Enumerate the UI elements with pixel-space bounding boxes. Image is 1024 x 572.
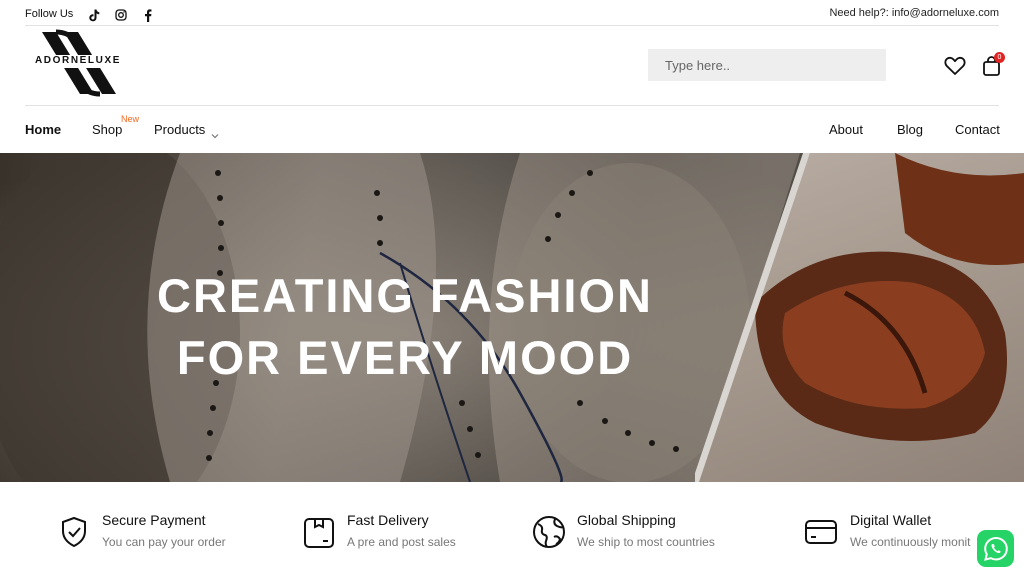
top-bar: Follow Us Need help?: info@adorneluxe.co…: [0, 0, 1024, 26]
shield-check-icon: [57, 515, 91, 549]
chevron-down-icon[interactable]: [211, 126, 219, 139]
instagram-icon[interactable]: [114, 8, 128, 22]
hero-headline: CREATING FASHION FOR EVERY MOOD: [0, 265, 810, 389]
feature-subtitle: We continuously monit: [850, 535, 971, 549]
feature-title: Digital Wallet: [850, 512, 932, 528]
tiktok-icon[interactable]: [87, 8, 101, 22]
feature-subtitle: You can pay your order: [102, 535, 226, 549]
search-input[interactable]: [648, 49, 886, 81]
header-divider: [25, 105, 999, 106]
facebook-icon[interactable]: [141, 8, 155, 22]
wallet-icon: [804, 515, 838, 549]
feature-subtitle: We ship to most countries: [577, 535, 715, 549]
globe-icon: [532, 515, 566, 549]
box-icon: [302, 515, 336, 549]
cart-count-badge: 0: [994, 52, 1005, 63]
nav-contact[interactable]: Contact: [955, 122, 1000, 137]
hero-headline-line1: CREATING FASHION: [157, 269, 653, 322]
nav-about[interactable]: About: [829, 122, 863, 137]
new-badge: New: [121, 114, 140, 124]
help-contact[interactable]: Need help?: info@adorneluxe.com: [829, 7, 999, 19]
logo-text: ADORNELUXE: [34, 55, 121, 66]
nav-home[interactable]: Home: [25, 122, 61, 137]
whatsapp-icon: [983, 536, 1008, 561]
nav-blog[interactable]: Blog: [897, 122, 923, 137]
follow-us-label: Follow Us: [25, 8, 74, 20]
feature-title: Secure Payment: [102, 512, 206, 528]
feature-subtitle: A pre and post sales: [347, 535, 456, 549]
feature-title: Global Shipping: [577, 512, 676, 528]
hero-headline-line2: FOR EVERY MOOD: [176, 331, 634, 384]
hero-banner: CREATING FASHION FOR EVERY MOOD: [0, 153, 1024, 482]
wishlist-heart-icon[interactable]: [944, 56, 966, 76]
logo[interactable]: ADORNELUXE: [34, 28, 122, 98]
top-divider: [25, 25, 999, 26]
feature-title: Fast Delivery: [347, 512, 429, 528]
nav-shop[interactable]: Shop: [92, 122, 122, 137]
whatsapp-chat-button[interactable]: [977, 530, 1014, 567]
nav-products[interactable]: Products: [154, 122, 205, 137]
